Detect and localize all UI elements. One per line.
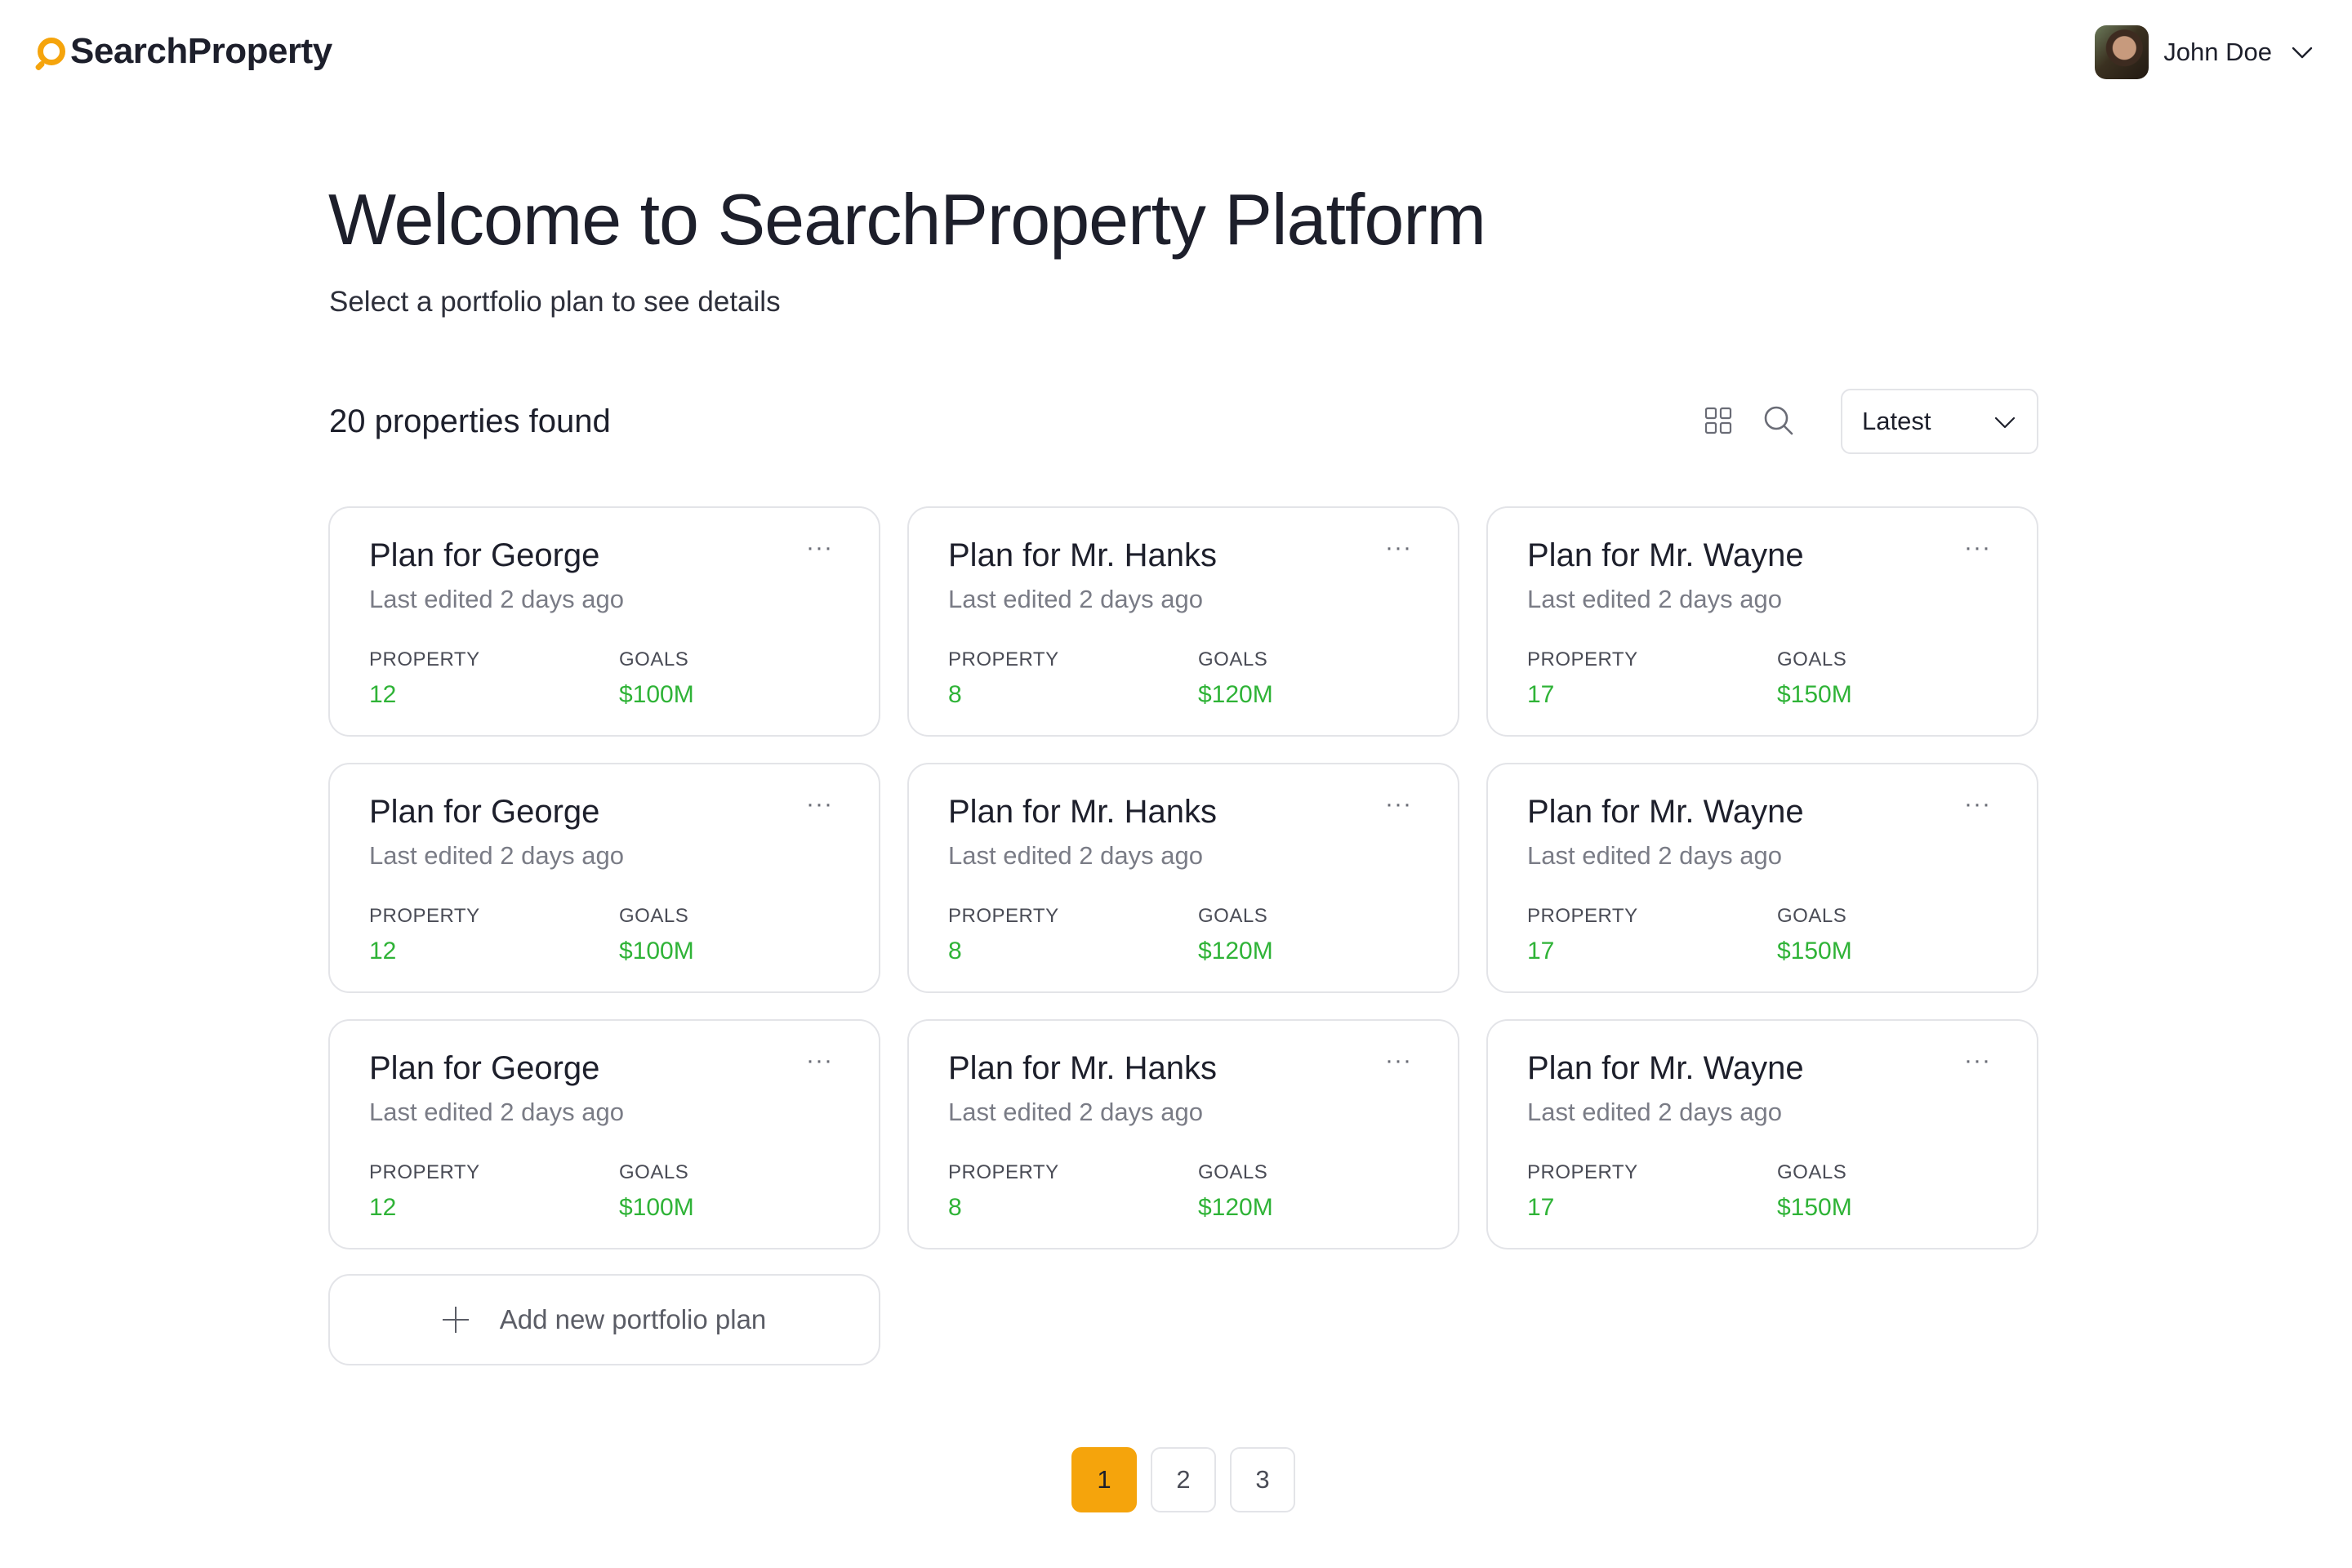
plan-card[interactable]: Plan for George ··· Last edited 2 days ago… [328,763,880,993]
brand-name: SearchProperty [70,31,332,71]
goals-label: GOALS [619,905,689,927]
property-label: PROPERTY [1527,648,1638,670]
logo-search-icon [38,38,65,65]
goals-label: GOALS [1777,905,1847,927]
goals-value: $150M [1777,1194,1852,1221]
plan-title: Plan for Mr. Wayne [1527,537,1804,573]
plan-card[interactable]: Plan for Mr. Hanks ··· Last edited 2 days … [907,1019,1459,1250]
property-label: PROPERTY [948,648,1059,670]
goals-label: GOALS [1198,1161,1268,1183]
property-count: 8 [948,938,962,964]
plan-card[interactable]: Plan for George ··· Last edited 2 days ago… [328,1019,880,1250]
goals-label: GOALS [619,1161,689,1183]
property-label: PROPERTY [369,1161,480,1183]
more-options-icon[interactable]: ··· [1964,791,1991,818]
property-label: PROPERTY [948,905,1059,927]
chevron-down-icon [2292,47,2313,59]
property-count: 12 [369,681,397,708]
property-label: PROPERTY [369,905,480,927]
user-name: John Doe [2163,38,2272,66]
plan-title: Plan for George [369,1050,600,1086]
property-label: PROPERTY [1527,1161,1638,1183]
goals-value: $100M [619,1194,694,1221]
plan-title: Plan for Mr. Hanks [948,794,1218,830]
goals-value: $100M [619,938,694,964]
plan-card[interactable]: Plan for Mr. Wayne ··· Last edited 2 days … [1486,506,2038,737]
plan-last-edited: Last edited 2 days ago [369,585,624,613]
goals-value: $120M [1198,938,1273,964]
plan-title: Plan for Mr. Wayne [1527,794,1804,830]
plan-last-edited: Last edited 2 days ago [1527,841,1782,870]
grid-view-icon[interactable] [1704,406,1733,435]
goals-label: GOALS [1198,905,1268,927]
page-button-2[interactable]: 2 [1151,1447,1216,1512]
goals-label: GOALS [1198,648,1268,670]
more-options-icon[interactable]: ··· [1385,1047,1412,1075]
page-button-1[interactable]: 1 [1071,1447,1137,1512]
plan-last-edited: Last edited 2 days ago [948,1098,1203,1126]
property-count: 17 [1527,681,1555,708]
plan-last-edited: Last edited 2 days ago [1527,585,1782,613]
plan-card[interactable]: Plan for George ··· Last edited 2 days ago… [328,506,880,737]
page-button-3[interactable]: 3 [1230,1447,1295,1512]
brand-logo[interactable]: SearchProperty [38,24,332,78]
page-title: Welcome to SearchProperty Platform [328,179,1486,260]
results-count: 20 properties found [329,403,611,439]
plan-last-edited: Last edited 2 days ago [948,585,1203,613]
property-count: 17 [1527,1194,1555,1221]
search-icon[interactable] [1762,404,1795,437]
plan-last-edited: Last edited 2 days ago [369,841,624,870]
plan-last-edited: Last edited 2 days ago [948,841,1203,870]
property-label: PROPERTY [1527,905,1638,927]
add-plan-label: Add new portfolio plan [499,1304,767,1334]
plan-card[interactable]: Plan for Mr. Hanks ··· Last edited 2 days … [907,506,1459,737]
add-plan-button[interactable]: Add new portfolio plan [328,1274,880,1365]
chevron-down-icon [1994,416,2016,429]
property-count: 8 [948,681,962,708]
goals-value: $150M [1777,938,1852,964]
plus-icon [442,1307,469,1333]
goals-label: GOALS [1777,648,1847,670]
more-options-icon[interactable]: ··· [1385,534,1412,562]
plan-last-edited: Last edited 2 days ago [1527,1098,1782,1126]
plan-card[interactable]: Plan for Mr. Wayne ··· Last edited 2 days … [1486,763,2038,993]
goals-label: GOALS [1777,1161,1847,1183]
plan-card[interactable]: Plan for Mr. Wayne ··· Last edited 2 days … [1486,1019,2038,1250]
pagination: 1 2 3 [1071,1447,1309,1512]
plan-title: Plan for Mr. Hanks [948,537,1218,573]
property-label: PROPERTY [948,1161,1059,1183]
more-options-icon[interactable]: ··· [1385,791,1412,818]
plan-last-edited: Last edited 2 days ago [369,1098,624,1126]
user-menu[interactable]: John Doe [2095,24,2314,80]
plan-title: Plan for Mr. Wayne [1527,1050,1804,1086]
property-count: 8 [948,1194,962,1221]
property-count: 12 [369,1194,397,1221]
sort-value: Latest [1862,407,1931,435]
plan-title: Plan for Mr. Hanks [948,1050,1218,1086]
top-bar: SearchProperty John Doe [0,0,2352,106]
goals-value: $150M [1777,681,1852,708]
sort-select[interactable]: Latest [1841,389,2038,454]
more-options-icon[interactable]: ··· [806,1047,833,1075]
plan-title: Plan for George [369,537,600,573]
more-options-icon[interactable]: ··· [1964,534,1991,562]
plan-title: Plan for George [369,794,600,830]
goals-value: $120M [1198,1194,1273,1221]
goals-value: $100M [619,681,694,708]
goals-value: $120M [1198,681,1273,708]
property-count: 12 [369,938,397,964]
page-subtitle: Select a portfolio plan to see details [329,286,781,318]
goals-label: GOALS [619,648,689,670]
property-label: PROPERTY [369,648,480,670]
more-options-icon[interactable]: ··· [1964,1047,1991,1075]
avatar [2095,25,2149,79]
plan-card[interactable]: Plan for Mr. Hanks ··· Last edited 2 days … [907,763,1459,993]
property-count: 17 [1527,938,1555,964]
more-options-icon[interactable]: ··· [806,534,833,562]
more-options-icon[interactable]: ··· [806,791,833,818]
